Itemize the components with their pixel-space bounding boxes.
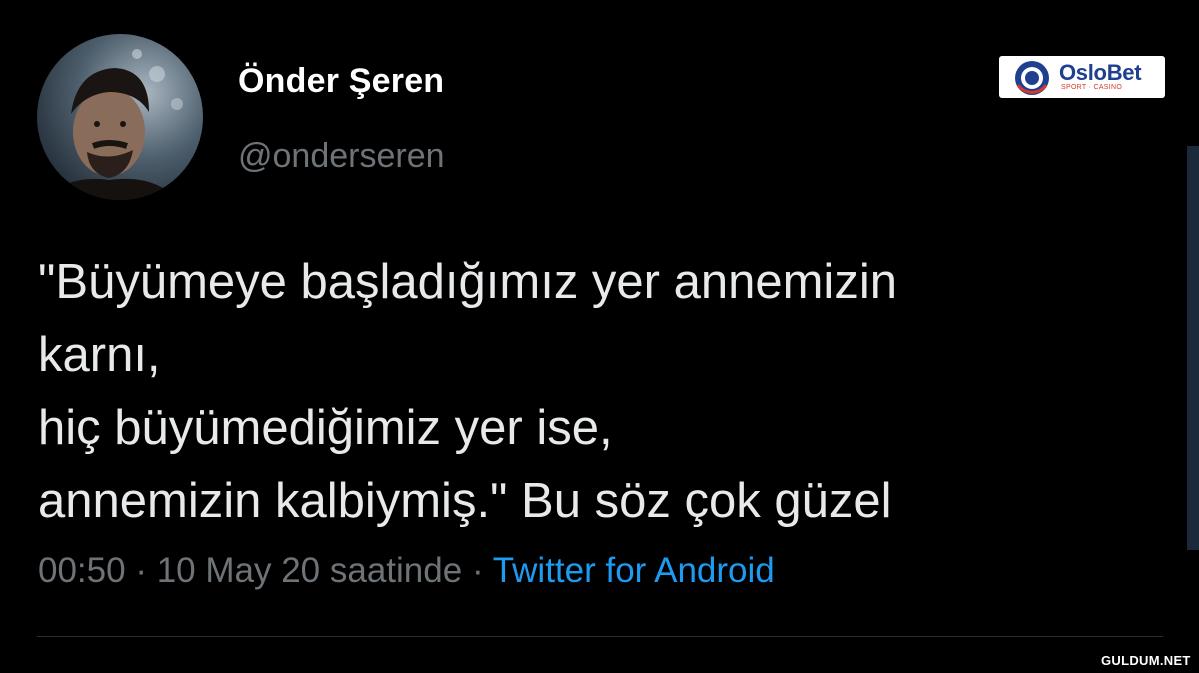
oslobet-logo-icon — [1015, 61, 1049, 95]
meta-separator: · — [135, 551, 147, 590]
divider — [37, 636, 1163, 637]
sponsor-logo-badge: OsloBet SPORT · CASINO — [999, 56, 1165, 98]
avatar[interactable] — [37, 34, 203, 200]
tweet-time[interactable]: 00:50 — [38, 551, 126, 590]
display-name[interactable]: Önder Şeren — [238, 62, 444, 101]
tweet-metadata: 00:50 · 10 May 20 saatinde · Twitter for… — [38, 551, 775, 591]
profile-photo — [37, 34, 203, 200]
sponsor-name: OsloBet — [1059, 60, 1142, 85]
tweet-line: "Büyümeye başladığımız yer annemizin — [38, 255, 897, 309]
tweet-line: karnı, — [38, 328, 161, 382]
user-handle[interactable]: @onderseren — [238, 137, 445, 176]
tweet-date[interactable]: 10 May 20 saatinde — [157, 551, 462, 590]
tweet-line: hiç büyümediğimiz yer ise, — [38, 401, 613, 455]
scrollbar[interactable] — [1187, 146, 1199, 550]
sponsor-tagline: SPORT · CASINO — [1061, 84, 1123, 91]
tweet-line: annemizin kalbiymiş." Bu söz çok güzel — [38, 474, 892, 528]
meta-separator: · — [471, 551, 484, 590]
tweet-source-link[interactable]: Twitter for Android — [493, 551, 775, 590]
site-watermark: GULDUM.NET — [1101, 653, 1191, 668]
tweet-text: "Büyümeye başladığımız yer annemizin kar… — [38, 246, 1158, 538]
